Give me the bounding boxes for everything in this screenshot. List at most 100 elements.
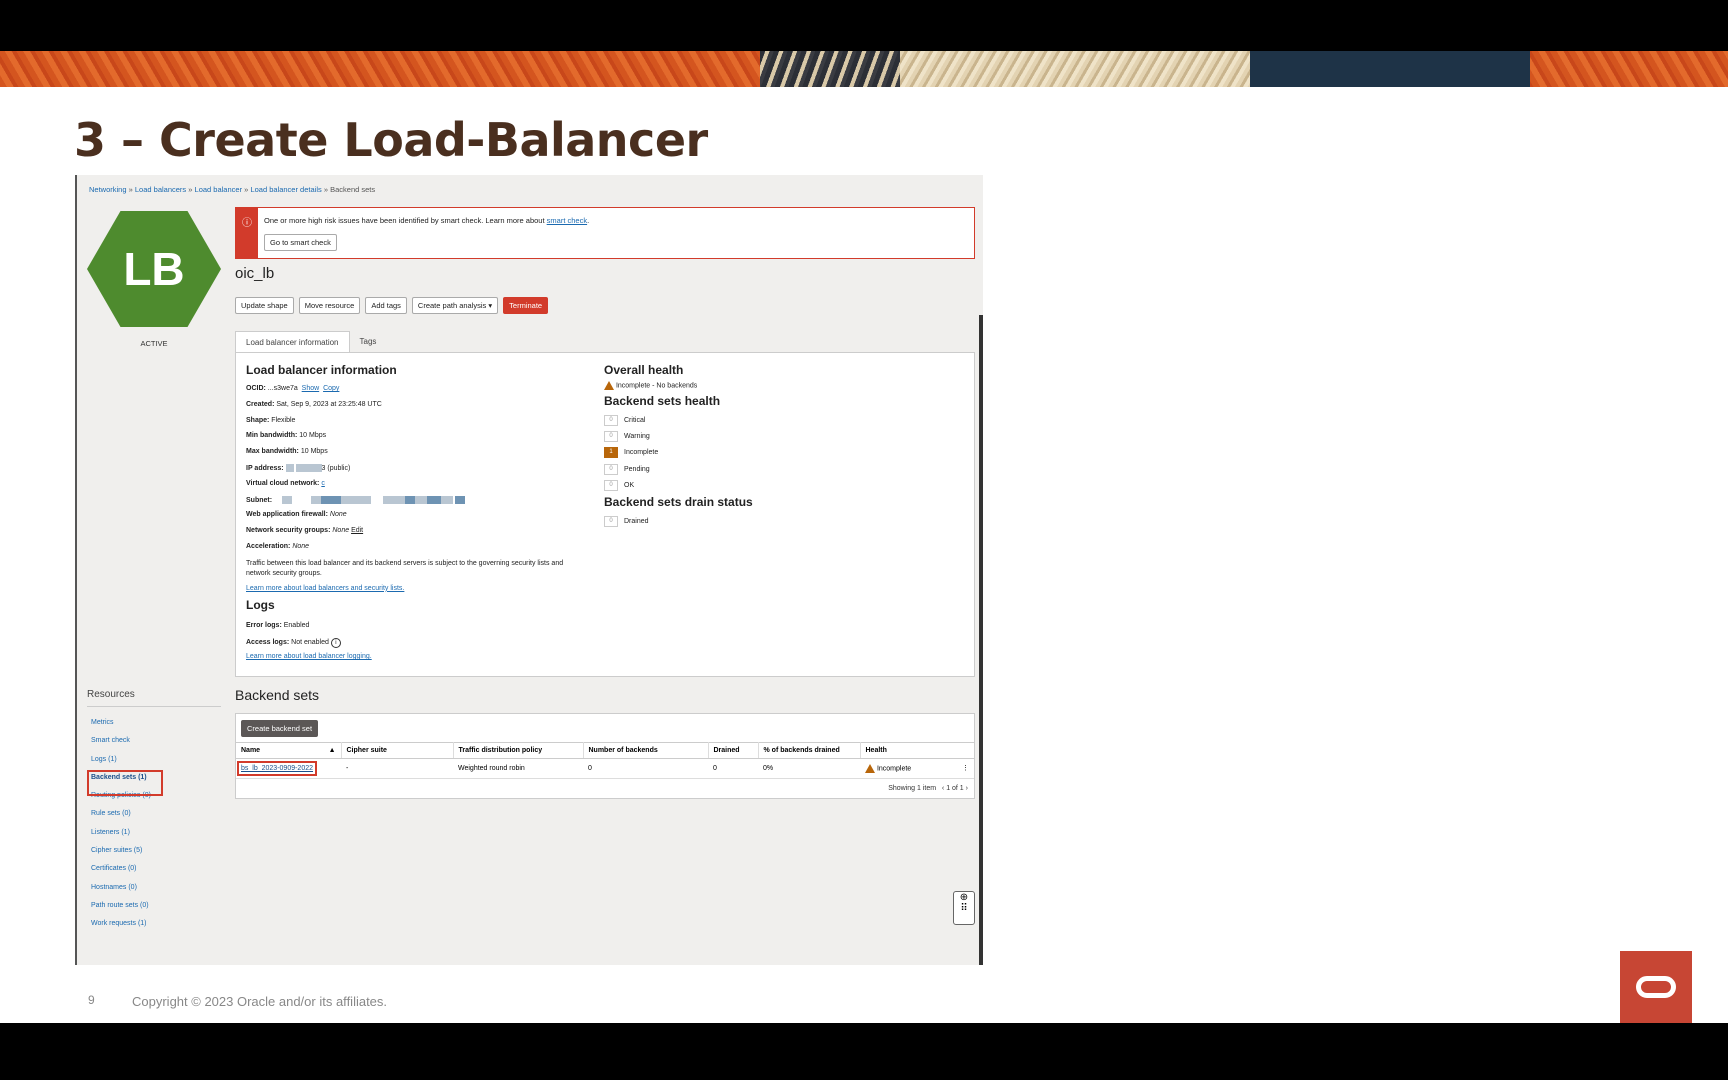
resources-list: Metrics Smart check Logs (1) Backend set… <box>87 719 163 939</box>
redacted-ip <box>285 463 294 472</box>
table-row: bs_lb_2023-0909-2022 - Weighted round ro… <box>236 758 974 779</box>
backend-set-name-link[interactable]: bs_lb_2023-0909-2022 <box>236 761 318 776</box>
tab-bar: Load balancer information Tags <box>235 331 386 353</box>
prev-page-icon[interactable]: ‹ <box>942 785 944 792</box>
move-resource-button[interactable]: Move resource <box>298 297 361 314</box>
kebab-menu-icon[interactable]: ⋮ <box>962 764 969 772</box>
lb-name: oic_lb <box>235 265 275 282</box>
col-cipher-suite[interactable]: Cipher suite <box>341 742 454 759</box>
resource-work-requests[interactable]: Work requests (1) <box>91 920 159 938</box>
oracle-logo-icon <box>1620 951 1692 1023</box>
backend-sets-panel: Create backend set Name ▲ Cipher suite T… <box>235 713 975 799</box>
resource-cipher-suites[interactable]: Cipher suites (5) <box>91 847 159 865</box>
created-value: Sat, Sep 9, 2023 at 23:25:48 UTC <box>276 400 382 408</box>
breadcrumb-load-balancer[interactable]: Load balancer <box>195 185 243 194</box>
resource-hostnames[interactable]: Hostnames (0) <box>91 884 159 902</box>
update-shape-button[interactable]: Update shape <box>235 297 294 314</box>
resource-logs[interactable]: Logs (1) <box>91 756 159 774</box>
create-backend-set-button[interactable]: Create backend set <box>241 720 319 737</box>
alert-icon: ⓘ <box>236 208 258 258</box>
tab-tags[interactable]: Tags <box>350 331 387 353</box>
min-bandwidth-value: 10 Mbps <box>299 432 327 440</box>
backend-sets-heading: Backend sets <box>235 687 320 703</box>
sort-asc-icon: ▲ <box>328 747 336 754</box>
col-num-backends[interactable]: Number of backends <box>583 742 709 759</box>
pagination: Showing 1 item ‹ 1 of 1 › <box>888 785 968 792</box>
resource-rule-sets[interactable]: Rule sets (0) <box>91 810 159 828</box>
caret-down-icon: ▾ <box>488 301 493 310</box>
smart-check-alert: ⓘ One or more high risk issues have been… <box>235 207 975 259</box>
lb-status: ACTIVE <box>140 339 168 348</box>
cell-health: Incomplete <box>876 765 912 773</box>
cell-pct-drained: 0% <box>758 758 860 779</box>
resource-metrics[interactable]: Metrics <box>91 719 159 737</box>
resource-certificates[interactable]: Certificates (0) <box>91 865 159 883</box>
health-warning[interactable]: 0 Warning <box>604 428 944 444</box>
resource-smart-check[interactable]: Smart check <box>91 737 159 755</box>
col-health[interactable]: Health <box>860 742 974 759</box>
drain-drained[interactable]: 0 Drained <box>604 513 944 529</box>
copyright: Copyright © 2023 Oracle and/or its affil… <box>132 994 388 1009</box>
waf-value: None <box>329 511 347 519</box>
access-logs-value: Not enabled <box>291 638 329 646</box>
breadcrumb-networking[interactable]: Networking <box>89 185 127 194</box>
resource-listeners[interactable]: Listeners (1) <box>91 829 159 847</box>
tab-lb-information[interactable]: Load balancer information <box>235 331 350 353</box>
console-screenshot: Networking » Load balancers » Load balan… <box>75 175 983 965</box>
error-logs-value: Enabled <box>283 621 310 629</box>
info-icon[interactable]: i <box>330 637 341 648</box>
shape-value: Flexible <box>271 416 296 424</box>
col-drained[interactable]: Drained <box>708 742 759 759</box>
health-pending[interactable]: 0 Pending <box>604 461 944 477</box>
terminate-button[interactable]: Terminate <box>503 297 549 314</box>
health-critical[interactable]: 0 Critical <box>604 412 944 428</box>
alert-message: One or more high risk issues have been i… <box>264 216 545 225</box>
ocid-copy-link[interactable]: Copy <box>323 385 339 392</box>
overall-health-value: Incomplete - No backends <box>615 382 698 390</box>
backend-sets-health-heading: Backend sets health <box>604 394 721 408</box>
smart-check-link[interactable]: smart check <box>547 216 587 225</box>
cell-policy: Weighted round robin <box>453 758 583 779</box>
col-name[interactable]: Name ▲ <box>236 742 342 759</box>
lb-logging-link[interactable]: Learn more about load balancer logging. <box>246 653 372 660</box>
breadcrumb: Networking » Load balancers » Load balan… <box>89 185 376 194</box>
breadcrumb-lb-details[interactable]: Load balancer details <box>250 185 321 194</box>
resources-heading: Resources <box>87 689 221 707</box>
resource-path-route-sets[interactable]: Path route sets (0) <box>91 902 159 920</box>
col-pct-drained[interactable]: % of backends drained <box>758 742 861 759</box>
breadcrumb-load-balancers[interactable]: Load balancers <box>135 185 186 194</box>
page-indicator: 1 of 1 <box>946 785 964 792</box>
go-to-smart-check-button[interactable]: Go to smart check <box>264 234 337 251</box>
traffic-note: Traffic between this load balancer and i… <box>246 559 564 577</box>
col-traffic-policy[interactable]: Traffic distribution policy <box>453 742 584 759</box>
table-header: Name ▲ Cipher suite Traffic distribution… <box>236 742 974 759</box>
cell-drained: 0 <box>708 758 758 779</box>
max-bandwidth-value: 10 Mbps <box>300 448 328 456</box>
create-path-analysis-button[interactable]: Create path analysis ▾ <box>411 297 499 314</box>
health-incomplete[interactable]: 1 Incomplete <box>604 445 944 461</box>
health-ok[interactable]: 0 OK <box>604 477 944 493</box>
resource-routing-policies[interactable]: Routing policies (0) <box>91 792 159 810</box>
add-tags-button[interactable]: Add tags <box>365 297 407 314</box>
resource-backend-sets[interactable]: Backend sets (1) <box>87 769 163 797</box>
vcn-link[interactable]: c <box>321 480 325 487</box>
acceleration-value: None <box>292 542 310 550</box>
ocid-show-link[interactable]: Show <box>302 385 320 392</box>
drain-status-heading: Backend sets drain status <box>604 495 753 510</box>
warning-icon <box>604 381 614 390</box>
breadcrumb-current: Backend sets <box>330 185 376 194</box>
backend-sets-table: Name ▲ Cipher suite Traffic distribution… <box>236 742 974 779</box>
slide: 3 – Create Load-Balancer Networking » Lo… <box>0 51 1728 1023</box>
next-page-icon[interactable]: › <box>966 785 968 792</box>
cell-backends: 0 <box>583 758 708 779</box>
action-bar: Update shape Move resource Add tags Crea… <box>235 297 549 314</box>
scrollbar[interactable] <box>979 315 983 965</box>
overall-health-heading: Overall health <box>604 363 684 377</box>
lb-hexagon-icon: LB <box>87 211 221 327</box>
lb-info-heading: Load balancer information <box>246 363 397 377</box>
lb-info-panel: Load balancer information OCID: ...s3we7… <box>235 352 975 677</box>
security-lists-link[interactable]: Learn more about load balancers and secu… <box>246 585 404 592</box>
nsg-edit-link[interactable]: Edit <box>351 527 363 534</box>
showing-count: Showing 1 item <box>888 785 937 792</box>
help-lifebuoy-icon[interactable]: ⊕ ⠿ <box>953 891 975 925</box>
